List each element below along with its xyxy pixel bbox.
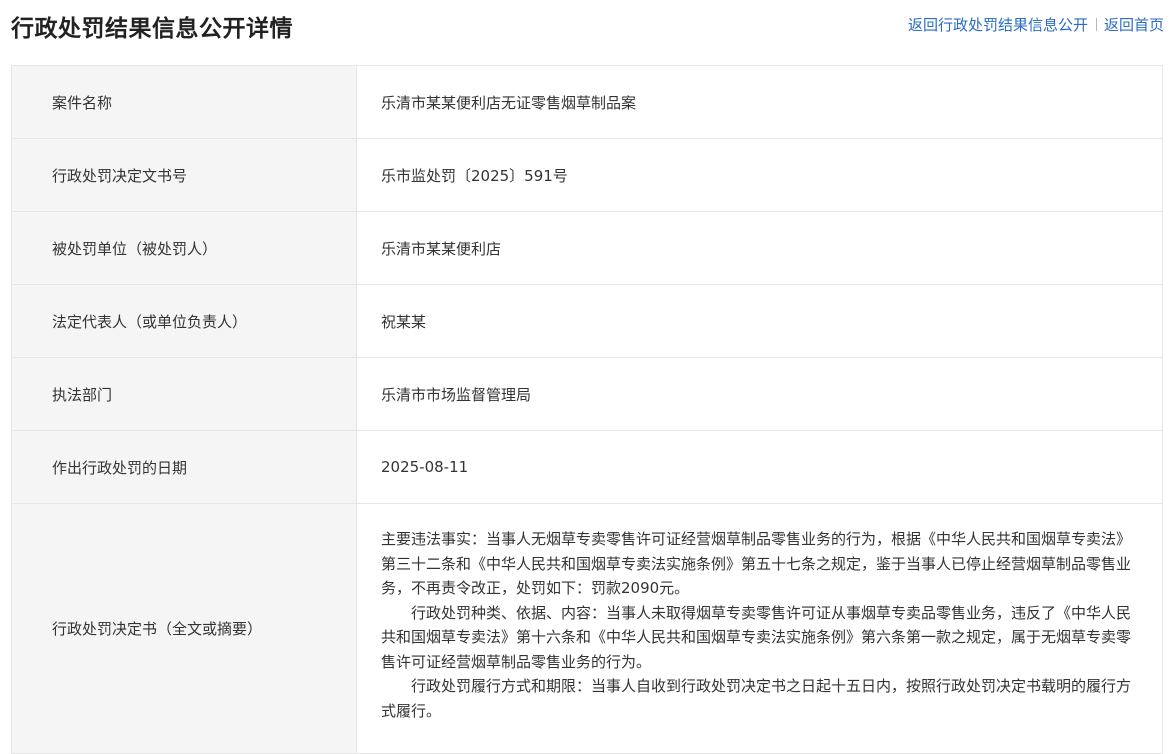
table-row-penalized-party: 被处罚单位（被处罚人） 乐清市某某便利店 (11, 211, 1163, 285)
row-label: 行政处罚决定书（全文或摘要） (11, 503, 357, 754)
table-row-legal-representative: 法定代表人（或单位负责人） 祝某某 (11, 284, 1163, 358)
row-value: 祝某某 (356, 284, 1163, 358)
row-label: 执法部门 (11, 357, 357, 431)
decision-paragraph-facts: 主要违法事实：当事人无烟草专卖零售许可证经营烟草制品零售业务的行为，根据《中华人… (381, 530, 1132, 597)
header-nav: 返回行政处罚结果信息公开 返回首页 (908, 14, 1164, 35)
table-row-case-name: 案件名称 乐清市某某便利店无证零售烟草制品案 (11, 65, 1163, 139)
page-header: 行政处罚结果信息公开详情 返回行政处罚结果信息公开 返回首页 (0, 0, 1173, 52)
table-row-enforcement-department: 执法部门 乐清市市场监督管理局 (11, 357, 1163, 431)
penalty-info-table: 案件名称 乐清市某某便利店无证零售烟草制品案 行政处罚决定文书号 乐市监处罚〔2… (11, 65, 1163, 754)
table-row-decision-document: 行政处罚决定书（全文或摘要） 主要违法事实：当事人无烟草专卖零售许可证经营烟草制… (11, 503, 1163, 754)
decision-paragraph-basis: 行政处罚种类、依据、内容：当事人未取得烟草专卖零售许可证从事烟草专卖品零售业务，… (381, 603, 1132, 671)
row-value: 乐清市市场监督管理局 (356, 357, 1163, 431)
table-row-decision-date: 作出行政处罚的日期 2025-08-11 (11, 430, 1163, 504)
row-label: 案件名称 (11, 65, 357, 139)
row-label: 作出行政处罚的日期 (11, 430, 357, 504)
row-label: 行政处罚决定文书号 (11, 138, 357, 212)
table-row-document-number: 行政处罚决定文书号 乐市监处罚〔2025〕591号 (11, 138, 1163, 212)
decision-paragraph-fulfillment: 行政处罚履行方式和期限：当事人自收到行政处罚决定书之日起十五日内，按照行政处罚决… (381, 677, 1132, 720)
back-to-penalty-list-link[interactable]: 返回行政处罚结果信息公开 (908, 16, 1088, 34)
page-title: 行政处罚结果信息公开详情 (11, 16, 293, 42)
row-value: 乐清市某某便利店 (356, 211, 1163, 285)
row-value: 2025-08-11 (356, 430, 1163, 504)
row-value: 乐市监处罚〔2025〕591号 (356, 138, 1163, 212)
row-value: 乐清市某某便利店无证零售烟草制品案 (356, 65, 1163, 139)
decision-text: 主要违法事实：当事人无烟草专卖零售许可证经营烟草制品零售业务的行为，根据《中华人… (356, 503, 1163, 754)
link-divider (1095, 18, 1097, 31)
back-to-home-link[interactable]: 返回首页 (1104, 16, 1164, 34)
row-label: 法定代表人（或单位负责人） (11, 284, 357, 358)
row-label: 被处罚单位（被处罚人） (11, 211, 357, 285)
